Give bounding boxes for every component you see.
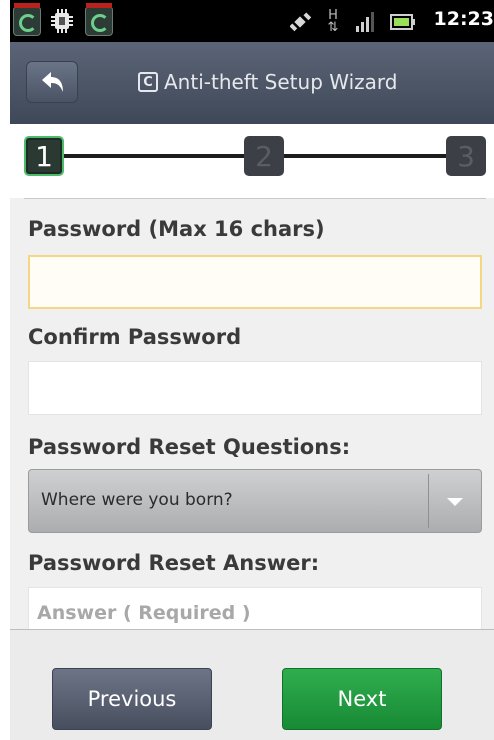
password-label: Password (Max 16 chars) [28, 217, 325, 241]
status-bar: H ⇅ 12:23 [10, 0, 494, 42]
title-bar: C Anti-theft Setup Wizard [10, 42, 494, 124]
sd-card-icon [51, 9, 73, 33]
confirm-password-input[interactable] [28, 361, 482, 415]
chevron-down-icon [447, 498, 463, 506]
step-1: 1 [24, 136, 64, 176]
satellite-icon [290, 12, 312, 32]
back-button[interactable] [26, 61, 78, 103]
comodo-app-icon [85, 3, 113, 36]
step-connector [62, 154, 244, 158]
reset-answer-label: Password Reset Answer: [28, 551, 320, 575]
footer-bar: Previous Next [10, 629, 494, 740]
page-title-text: Anti-theft Setup Wizard [164, 70, 398, 94]
status-time: 12:23 [433, 8, 494, 30]
next-button[interactable]: Next [282, 668, 442, 730]
comodo-app-icon [13, 3, 41, 36]
reset-questions-label: Password Reset Questions: [28, 435, 351, 459]
step-connector [284, 154, 446, 158]
previous-button[interactable]: Previous [52, 668, 212, 730]
signal-icon [356, 12, 374, 32]
step-2: 2 [244, 136, 284, 176]
data-arrows-icon: H ⇅ [327, 8, 339, 35]
password-input[interactable] [28, 255, 482, 309]
status-icons: H ⇅ [290, 8, 416, 35]
network-letter: H [328, 8, 338, 23]
reset-question-value: Where were you born? [41, 490, 233, 510]
step-indicator: 1 2 3 [10, 124, 494, 198]
battery-icon [390, 14, 415, 30]
back-arrow-icon [42, 72, 63, 92]
reset-answer-placeholder: Answer ( Required ) [37, 602, 251, 624]
reset-question-select[interactable]: Where were you born? [28, 469, 482, 533]
step-3: 3 [446, 136, 486, 176]
select-separator [428, 474, 429, 528]
confirm-password-label: Confirm Password [28, 325, 242, 349]
page-title: C Anti-theft Setup Wizard [138, 70, 397, 94]
comodo-logo-icon: C [138, 72, 158, 92]
setup-form: Password (Max 16 chars) Confirm Password… [10, 199, 494, 641]
window-edge [0, 0, 10, 740]
app-screen: H ⇅ 12:23 C Anti-theft Setup Wizard 1 2 … [10, 0, 494, 740]
